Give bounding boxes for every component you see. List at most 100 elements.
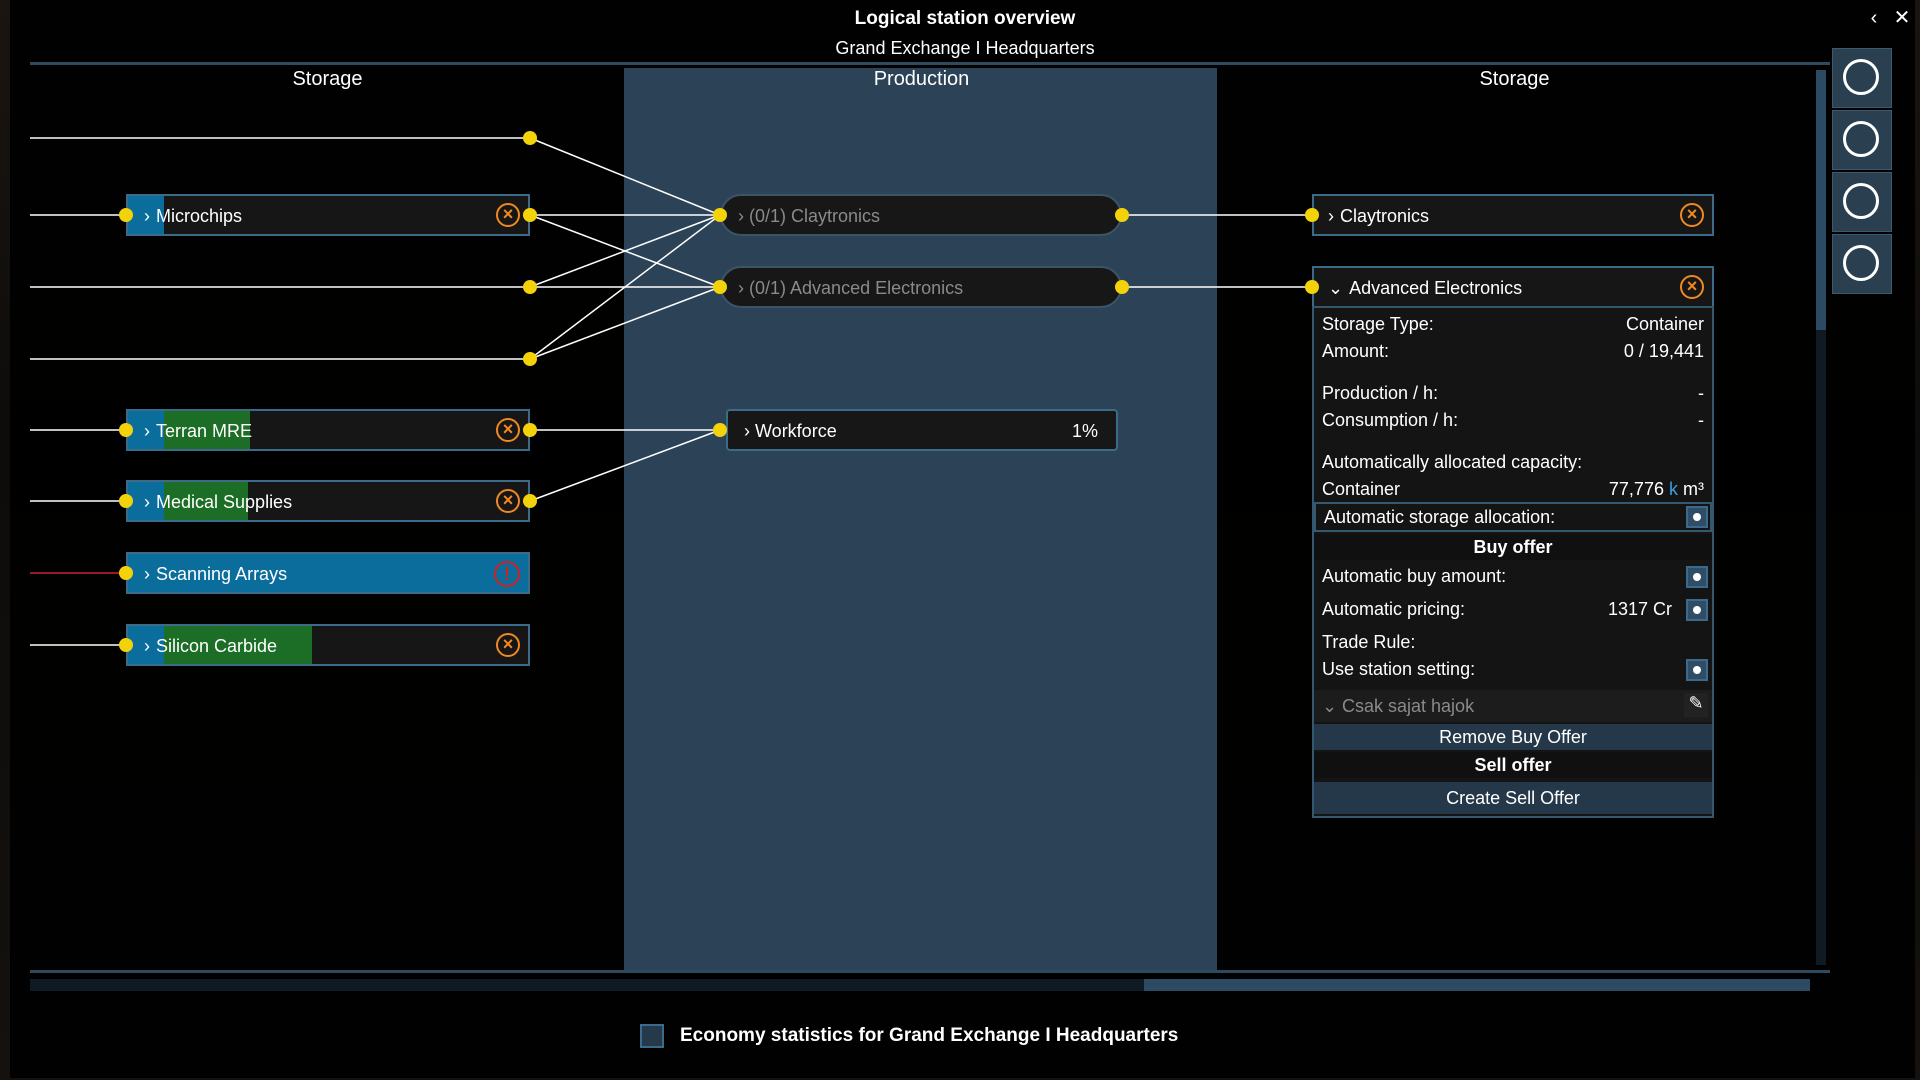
warning-icon[interactable]: ! xyxy=(494,561,520,587)
connector-dot xyxy=(523,423,537,437)
side-toolbar xyxy=(1832,48,1894,298)
scrollbar-thumb[interactable] xyxy=(1816,70,1826,330)
chevron-down-icon: ⌄ xyxy=(1322,696,1338,716)
connector-dot xyxy=(1305,208,1319,222)
cancel-icon[interactable]: × xyxy=(496,489,520,513)
auto-pricing-checkbox[interactable] xyxy=(1686,599,1708,621)
container-unit: m³ xyxy=(1683,479,1704,499)
cancel-icon[interactable]: × xyxy=(1680,203,1704,227)
cancel-icon[interactable]: × xyxy=(496,633,520,657)
connector-dot xyxy=(713,423,727,437)
storage-terran-mre[interactable]: › Terran MRE × xyxy=(126,409,530,451)
container-label: Container xyxy=(1322,479,1401,499)
auto-buy-checkbox[interactable] xyxy=(1686,566,1708,588)
ware-label: Medical Supplies xyxy=(156,492,293,512)
workforce-value: 1% xyxy=(1071,421,1098,441)
amount-value: 0 / 19,441 xyxy=(1623,341,1704,361)
trade-rule-label: Trade Rule: xyxy=(1322,632,1416,652)
connector-dot xyxy=(713,280,727,294)
vertical-scrollbar[interactable] xyxy=(1816,70,1826,965)
cancel-icon[interactable]: × xyxy=(496,203,520,227)
flask-button[interactable] xyxy=(1832,234,1892,294)
auto-storage-row: Automatic storage allocation: xyxy=(1314,502,1712,532)
connector-dot xyxy=(523,494,537,508)
buy-offer-header: Buy offer xyxy=(1314,534,1712,560)
module-label: (0/1) Claytronics xyxy=(749,206,881,226)
container-value: 77,776 xyxy=(1608,479,1664,499)
storage-microchips[interactable]: › Microchips × xyxy=(126,194,530,236)
economy-stats-label: Economy statistics for Grand Exchange I … xyxy=(680,1025,1179,1046)
consumption-rate-label: Consumption / h: xyxy=(1322,410,1459,430)
auto-capacity-label: Automatically allocated capacity: xyxy=(1322,452,1583,472)
economy-stats-checkbox[interactable] xyxy=(640,1024,664,1048)
auto-pricing-label: Automatic pricing: xyxy=(1322,599,1466,619)
storage-silicon-carbide[interactable]: › Silicon Carbide × xyxy=(126,624,530,666)
auto-storage-label: Automatic storage allocation: xyxy=(1324,507,1556,527)
storage-medical-supplies[interactable]: › Medical Supplies × xyxy=(126,480,530,522)
cancel-icon[interactable]: × xyxy=(496,418,520,442)
trade-rule-value: Csak sajat hajok xyxy=(1342,696,1475,716)
connector-dot xyxy=(1305,280,1319,294)
cancel-icon[interactable]: × xyxy=(1680,275,1704,299)
horizontal-scrollbar[interactable] xyxy=(30,979,1810,991)
storage-type-label: Storage Type: xyxy=(1322,314,1434,334)
connector-dot xyxy=(119,208,133,222)
connector-dot xyxy=(523,352,537,366)
share-icon xyxy=(1843,121,1879,157)
chevron-down-icon: ⌄ xyxy=(1328,278,1344,298)
scrollbar-thumb[interactable] xyxy=(1144,979,1810,991)
ware-label: Microchips xyxy=(156,206,243,226)
chevron-right-icon: › xyxy=(144,206,150,226)
trade-rule-dropdown[interactable]: ⌄ Csak sajat hajok ✎ xyxy=(1314,690,1712,722)
credits-button[interactable] xyxy=(1832,172,1892,232)
connector-dot xyxy=(1115,208,1129,222)
chevron-right-icon: › xyxy=(744,421,750,441)
compass-button[interactable] xyxy=(1832,48,1892,108)
remove-buy-offer-button[interactable]: Remove Buy Offer xyxy=(1314,724,1712,750)
connector-dot xyxy=(119,566,133,580)
auto-storage-checkbox[interactable] xyxy=(1686,506,1708,528)
chevron-right-icon: › xyxy=(738,278,744,298)
footer-divider xyxy=(30,970,1830,973)
connector-dot xyxy=(119,638,133,652)
chevron-right-icon: › xyxy=(144,421,150,441)
connector-dot xyxy=(1115,280,1129,294)
storage-advanced-electronics[interactable]: ⌄ Advanced Electronics × xyxy=(1312,266,1714,308)
production-workforce[interactable]: › Workforce 1% xyxy=(726,409,1118,451)
container-k: k xyxy=(1668,479,1678,499)
ware-label: Terran MRE xyxy=(156,421,253,441)
storage-claytronics[interactable]: › Claytronics × xyxy=(1312,194,1714,236)
sell-offer-header: Sell offer xyxy=(1314,752,1712,778)
ware-label: Silicon Carbide xyxy=(156,636,278,656)
connector-dot xyxy=(523,131,537,145)
credits-icon xyxy=(1843,183,1879,219)
share-button[interactable] xyxy=(1832,110,1892,170)
connector-dot xyxy=(523,280,537,294)
connector-dot xyxy=(523,208,537,222)
chevron-right-icon: › xyxy=(144,492,150,512)
chevron-right-icon: › xyxy=(1328,206,1334,226)
production-rate-label: Production / h: xyxy=(1322,383,1439,403)
consumption-rate-value: - xyxy=(1698,410,1704,430)
connector-dot xyxy=(119,494,133,508)
production-rate-value: - xyxy=(1698,383,1704,403)
flask-icon xyxy=(1843,245,1879,281)
module-label: (0/1) Advanced Electronics xyxy=(749,278,964,298)
storage-scanning-arrays[interactable]: › Scanning Arrays ! xyxy=(126,552,530,594)
connector-dot xyxy=(713,208,727,222)
use-station-checkbox[interactable] xyxy=(1686,659,1708,681)
chevron-right-icon: › xyxy=(144,564,150,584)
compass-icon xyxy=(1843,59,1879,95)
edit-icon[interactable]: ✎ xyxy=(1684,693,1708,717)
module-label: Workforce xyxy=(755,421,837,441)
create-sell-offer-button[interactable]: Create Sell Offer xyxy=(1314,782,1712,814)
chevron-right-icon: › xyxy=(738,206,744,226)
use-station-label: Use station setting: xyxy=(1322,659,1476,679)
production-advanced-electronics[interactable]: › (0/1) Advanced Electronics xyxy=(720,266,1122,308)
amount-label: Amount: xyxy=(1322,341,1390,361)
production-claytronics[interactable]: › (0/1) Claytronics xyxy=(720,194,1122,236)
connector-dot xyxy=(119,423,133,437)
ware-label: Claytronics xyxy=(1340,206,1430,226)
auto-buy-label: Automatic buy amount: xyxy=(1322,566,1507,586)
ware-label: Scanning Arrays xyxy=(156,564,288,584)
